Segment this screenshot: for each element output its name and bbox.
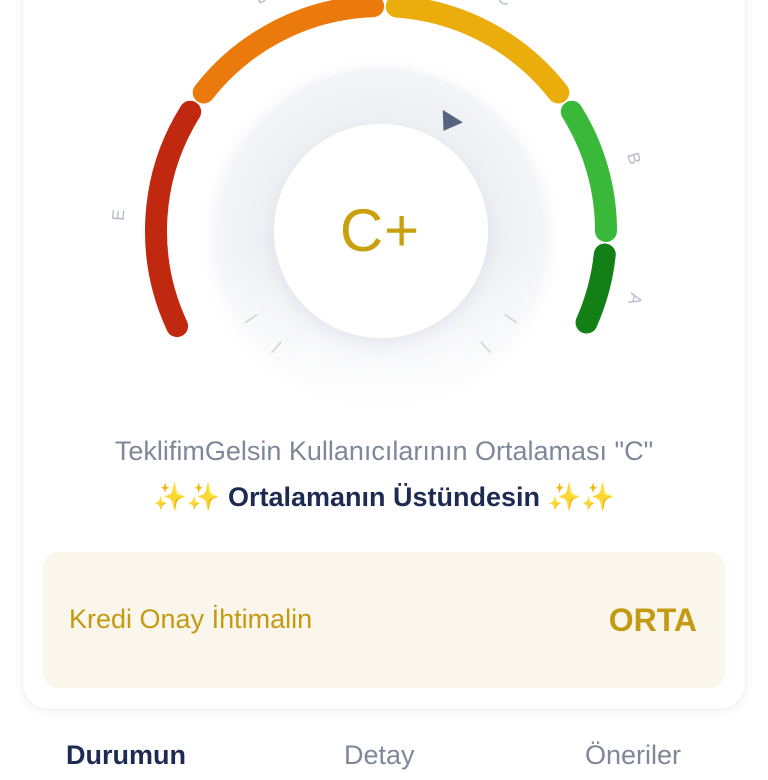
approval-probability-label: Kredi Onay İhtimalin [69, 604, 313, 634]
gauge-segment-b [560, 100, 617, 242]
sparkle-icon-right: ✨✨ [547, 482, 615, 512]
tab-detay[interactable]: Detay [344, 740, 415, 771]
gauge-label-e: E [109, 209, 129, 221]
approval-probability-box: Kredi Onay İhtimalin ORTA [43, 552, 725, 688]
gauge-label-c: C [495, 0, 515, 10]
bottom-tabs: Durumun Detay Öneriler [0, 740, 768, 780]
sparkle-icon-left: ✨✨ [153, 482, 221, 512]
gauge-label-d: D [252, 0, 272, 8]
above-average-text: ✨✨ Ortalamanın Üstündesin ✨✨ [0, 481, 768, 513]
gauge-segment-e [145, 100, 202, 338]
average-grade-text: TeklifimGelsin Kullanıcılarının Ortalama… [114, 436, 654, 466]
approval-probability-value: ORTA [608, 602, 697, 638]
gauge-label-b: B [623, 150, 644, 166]
gauge-label-a: A [624, 291, 645, 308]
tab-durumun[interactable]: Durumun [66, 740, 186, 771]
credit-grade-value: C+ [339, 197, 421, 264]
gauge-segment-a [575, 243, 616, 334]
tab-oneriler[interactable]: Öneriler [585, 740, 681, 771]
above-average-label: Ortalamanın Üstündesin [227, 482, 541, 512]
